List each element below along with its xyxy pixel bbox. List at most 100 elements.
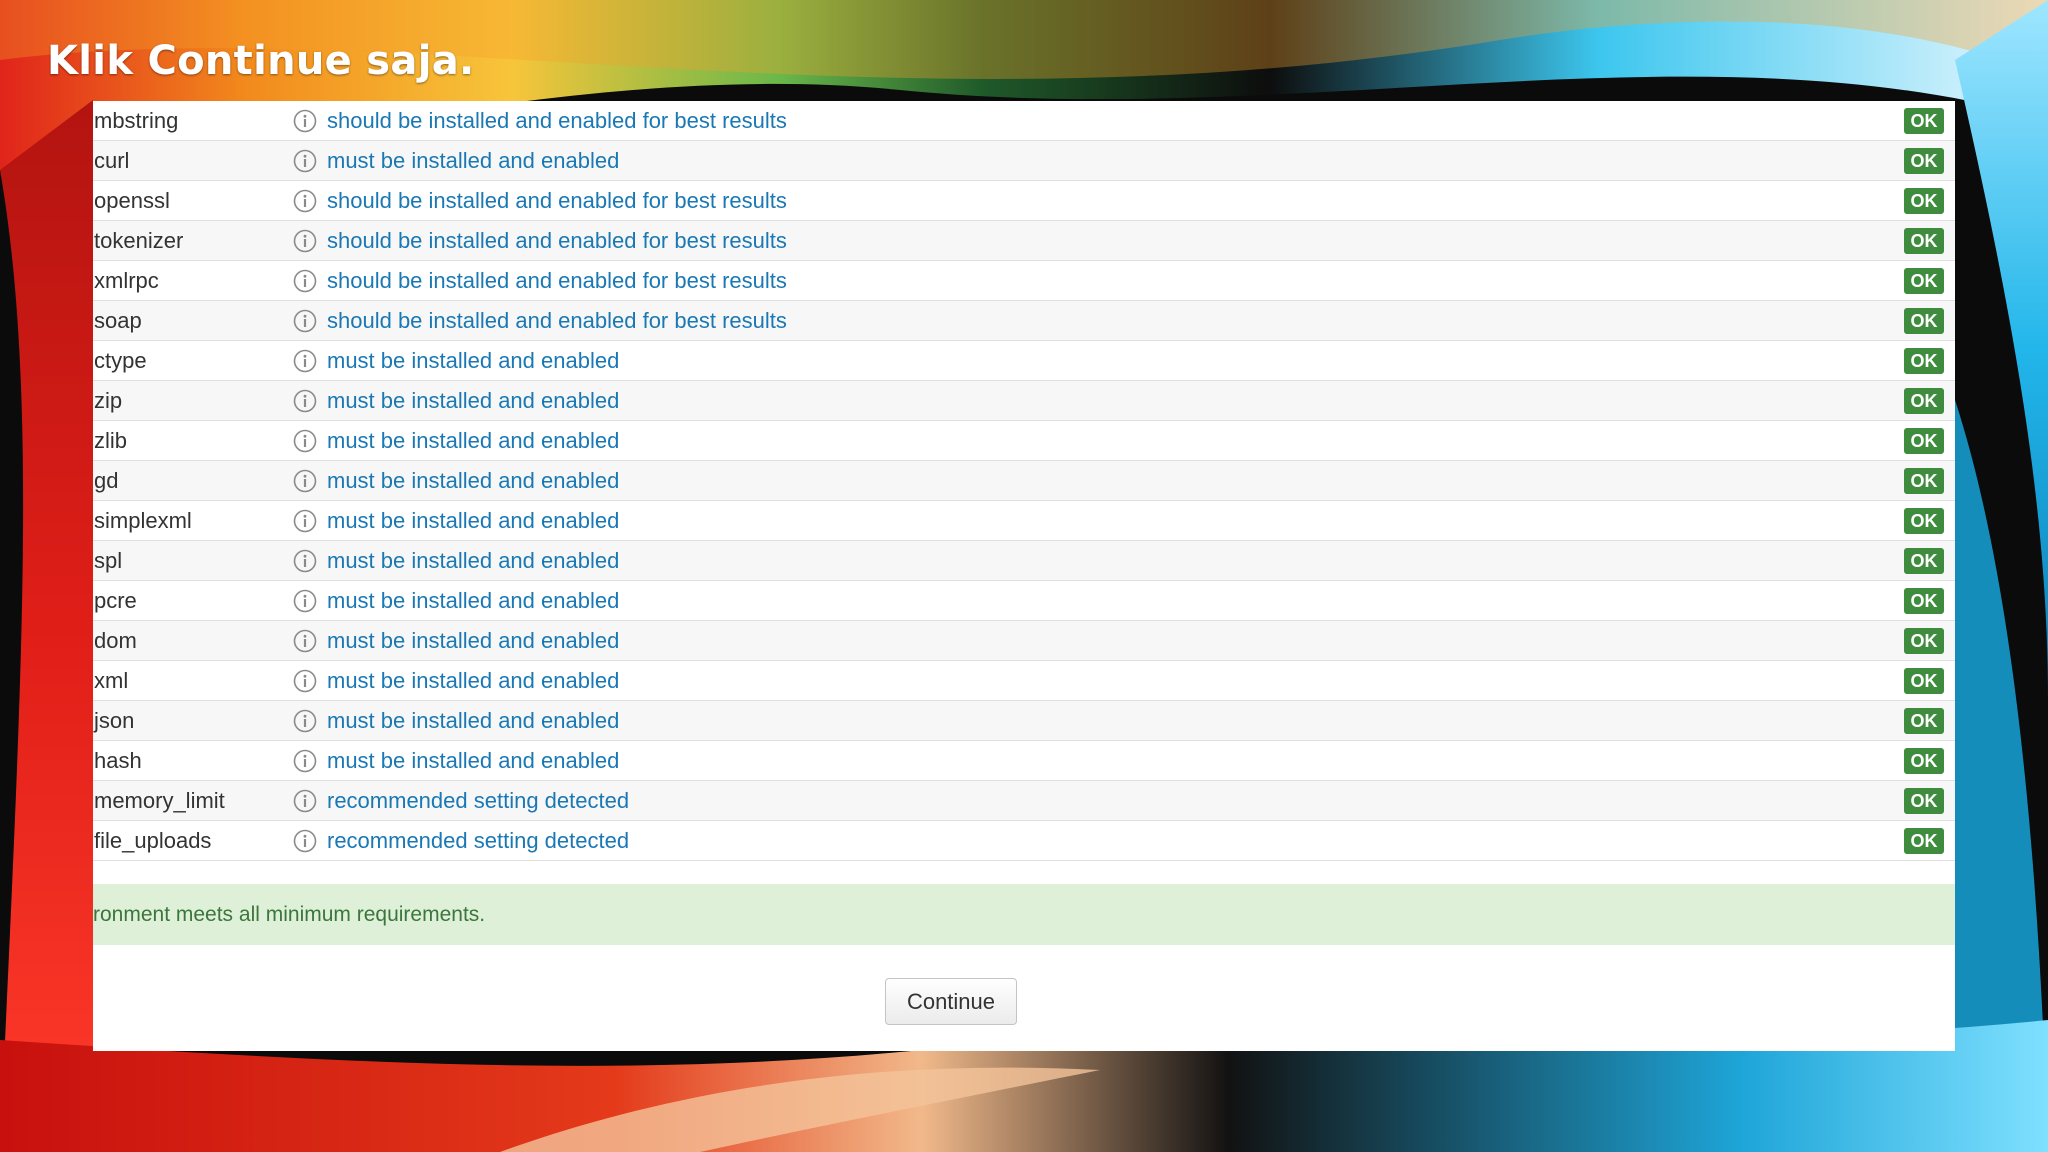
status-badge: OK	[1904, 148, 1944, 174]
requirement-message: must be installed and enabled	[327, 468, 620, 493]
requirement-name: dom	[94, 628, 137, 653]
info-circle-icon	[293, 189, 317, 213]
requirement-message: must be installed and enabled	[327, 428, 620, 453]
requirement-name: file_uploads	[94, 828, 212, 853]
requirement-message: should be installed and enabled for best…	[327, 308, 787, 333]
requirement-message: must be installed and enabled	[327, 548, 620, 573]
requirement-message: should be installed and enabled for best…	[327, 228, 787, 253]
requirement-name: mbstring	[94, 108, 179, 133]
requirement-message: must be installed and enabled	[327, 388, 620, 413]
info-circle-icon	[293, 549, 317, 573]
status-badge: OK	[1904, 508, 1944, 534]
requirement-name: zip	[94, 388, 123, 413]
requirement-row: openssl should be installed and enabled f…	[93, 181, 1955, 221]
info-circle-icon	[293, 389, 317, 413]
status-badge: OK	[1904, 708, 1944, 734]
status-badge: OK	[1904, 748, 1944, 774]
info-circle-icon	[293, 589, 317, 613]
info-circle-icon	[293, 829, 317, 853]
info-circle-icon	[293, 749, 317, 773]
requirement-message: must be installed and enabled	[327, 348, 620, 373]
info-circle-icon	[293, 709, 317, 733]
requirement-row: memory_limit recommended setting detected…	[93, 781, 1955, 821]
requirement-message: must be installed and enabled	[327, 708, 620, 733]
info-circle-icon	[293, 309, 317, 333]
requirement-name: curl	[94, 148, 130, 173]
requirement-name: hash	[94, 748, 142, 773]
requirement-name: gd	[94, 468, 119, 493]
requirement-row: hash must be installed and enabled OK	[93, 741, 1955, 781]
requirement-message: must be installed and enabled	[327, 148, 620, 173]
requirement-row: curl must be installed and enabled OK	[93, 141, 1955, 181]
requirement-message: must be installed and enabled	[327, 628, 620, 653]
requirement-message: recommended setting detected	[327, 788, 630, 813]
requirement-message: should be installed and enabled for best…	[327, 188, 787, 213]
info-circle-icon	[293, 349, 317, 373]
info-circle-icon	[293, 149, 317, 173]
requirement-row: pcre must be installed and enabled OK	[93, 581, 1955, 621]
status-badge: OK	[1904, 108, 1944, 134]
requirement-row: ctype must be installed and enabled OK	[93, 341, 1955, 381]
requirement-name: spl	[94, 548, 123, 573]
requirement-name: openssl	[94, 188, 170, 213]
requirement-message: must be installed and enabled	[327, 668, 620, 693]
installer-panel: mbstring should be installed and enabled …	[93, 101, 1955, 1051]
requirement-row: dom must be installed and enabled OK	[93, 621, 1955, 661]
requirement-name: memory_limit	[94, 788, 225, 813]
status-badge: OK	[1904, 188, 1944, 214]
status-badge: OK	[1904, 548, 1944, 574]
status-badge: OK	[1904, 828, 1944, 854]
slide-title: Klik Continue saja.	[47, 38, 475, 84]
requirement-row: tokenizer should be installed and enabled…	[93, 221, 1955, 261]
requirement-message: must be installed and enabled	[327, 588, 620, 613]
requirement-row: json must be installed and enabled OK	[93, 701, 1955, 741]
requirement-name: simplexml	[94, 508, 192, 533]
requirement-row: gd must be installed and enabled OK	[93, 461, 1955, 501]
requirement-row: xml must be installed and enabled OK	[93, 661, 1955, 701]
info-circle-icon	[293, 469, 317, 493]
continue-button[interactable]: Continue	[885, 978, 1017, 1025]
requirement-row: soap should be installed and enabled for …	[93, 301, 1955, 341]
success-alert-text: ronment meets all minimum requirements.	[93, 903, 486, 926]
requirement-row: mbstring should be installed and enabled …	[93, 101, 1955, 141]
requirement-message: should be installed and enabled for best…	[327, 108, 787, 133]
status-badge: OK	[1904, 628, 1944, 654]
requirement-name: json	[94, 708, 135, 733]
info-circle-icon	[293, 509, 317, 533]
status-badge: OK	[1904, 588, 1944, 614]
requirement-message: should be installed and enabled for best…	[327, 268, 787, 293]
info-circle-icon	[293, 669, 317, 693]
info-circle-icon	[293, 429, 317, 453]
info-circle-icon	[293, 229, 317, 253]
info-circle-icon	[293, 269, 317, 293]
requirement-name: soap	[94, 308, 142, 333]
status-badge: OK	[1904, 308, 1944, 334]
status-badge: OK	[1904, 388, 1944, 414]
info-circle-icon	[293, 789, 317, 813]
requirement-row: xmlrpc should be installed and enabled fo…	[93, 261, 1955, 301]
status-badge: OK	[1904, 348, 1944, 374]
status-badge: OK	[1904, 268, 1944, 294]
requirement-row: simplexml must be installed and enabled OK	[93, 501, 1955, 541]
requirement-row: zlib must be installed and enabled OK	[93, 421, 1955, 461]
requirement-row: zip must be installed and enabled OK	[93, 381, 1955, 421]
requirement-name: xml	[94, 668, 129, 693]
requirement-name: ctype	[94, 348, 147, 373]
requirement-message: must be installed and enabled	[327, 748, 620, 773]
requirement-message: must be installed and enabled	[327, 508, 620, 533]
requirement-message: recommended setting detected	[327, 828, 630, 853]
requirement-row: spl must be installed and enabled OK	[93, 541, 1955, 581]
status-badge: OK	[1904, 428, 1944, 454]
requirement-name: zlib	[94, 428, 128, 453]
requirement-name: tokenizer	[94, 228, 184, 253]
status-badge: OK	[1904, 788, 1944, 814]
requirement-name: xmlrpc	[94, 268, 159, 293]
info-circle-icon	[293, 109, 317, 133]
requirement-name: pcre	[94, 588, 137, 613]
info-circle-icon	[293, 629, 317, 653]
status-badge: OK	[1904, 228, 1944, 254]
requirements-table: mbstring should be installed and enabled …	[93, 101, 1955, 861]
status-badge: OK	[1904, 668, 1944, 694]
status-badge: OK	[1904, 468, 1944, 494]
success-alert: ronment meets all minimum requirements.	[93, 884, 1955, 945]
